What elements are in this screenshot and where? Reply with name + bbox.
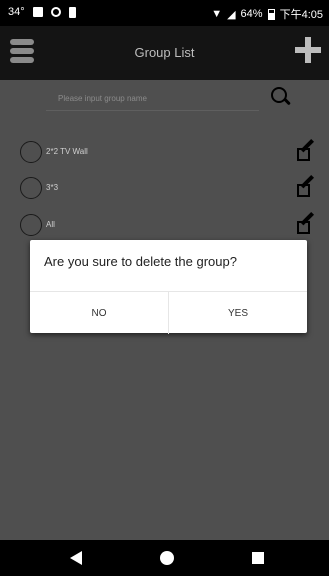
group-label: 2*2 TV Wall [46, 147, 88, 156]
search-input[interactable] [46, 88, 283, 108]
clock-text: 下午4:05 [279, 9, 323, 21]
search-bar [46, 88, 283, 111]
dialog-message: Are you sure to delete the group? [44, 254, 237, 269]
group-radio[interactable] [20, 141, 42, 163]
sync-icon [50, 7, 61, 17]
edit-group-button[interactable] [297, 174, 317, 199]
battery-saver-icon [68, 6, 76, 18]
app-bar: Group List [0, 26, 329, 80]
search-button[interactable] [271, 87, 293, 109]
dialog-actions: NO YES [30, 291, 307, 334]
status-bar: 34° ▼ ◢ 64% 下午4:05 [0, 0, 329, 26]
home-icon[interactable] [160, 551, 174, 565]
group-label: 3*3 [46, 183, 59, 192]
no-button[interactable]: NO [30, 292, 168, 334]
edit-group-button[interactable] [297, 138, 317, 163]
back-icon[interactable] [70, 551, 82, 565]
battery-icon [267, 8, 275, 20]
system-nav-bar [0, 540, 329, 576]
wifi-icon: ▼ [211, 8, 223, 20]
group-radio[interactable] [20, 214, 42, 236]
group-radio[interactable] [20, 177, 42, 199]
battery-percent-text: 64% [240, 8, 263, 20]
group-label: All [46, 220, 55, 229]
list-item: All [20, 211, 320, 238]
add-group-button[interactable] [295, 37, 321, 63]
page-title: Group List [134, 45, 195, 60]
edit-group-button[interactable] [297, 211, 317, 236]
yes-button[interactable]: YES [168, 292, 307, 334]
list-item: 3*3 [20, 174, 320, 201]
temperature-text: 34° [8, 6, 25, 18]
signal-icon: ◢ [227, 8, 236, 21]
recent-apps-icon[interactable] [252, 552, 264, 564]
list-item: 2*2 TV Wall [20, 138, 320, 165]
gallery-icon [32, 7, 43, 17]
delete-confirm-dialog: Are you sure to delete the group? NO YES [30, 240, 307, 334]
